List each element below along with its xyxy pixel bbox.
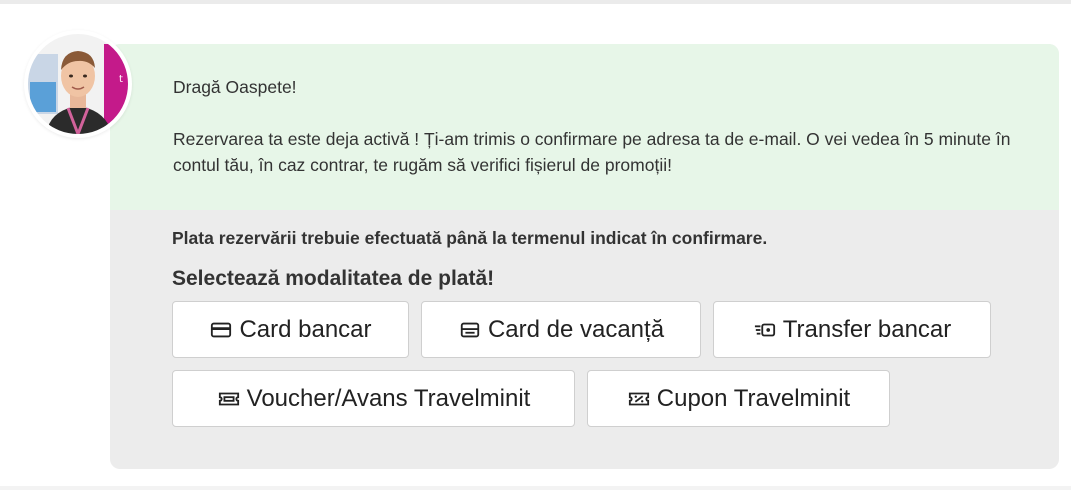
payment-method-title: Selectează modalitatea de plată! — [172, 267, 495, 290]
coupon-percent-icon — [627, 387, 651, 411]
bank-transfer-icon — [753, 318, 777, 342]
card-bancar-label: Card bancar — [239, 315, 372, 343]
greeting-text: Dragă Oaspete! — [173, 77, 297, 97]
transfer-bancar-label: Transfer bancar — [782, 315, 952, 343]
card-de-vacanta-button[interactable]: Card de vacanță — [421, 301, 701, 358]
top-divider — [0, 0, 1071, 4]
bottom-divider — [0, 486, 1071, 490]
agent-avatar: t — [24, 30, 132, 138]
credit-card-icon — [209, 318, 233, 342]
holiday-card-icon — [458, 318, 482, 342]
transfer-bancar-button[interactable]: Transfer bancar — [713, 301, 991, 358]
payment-options-row-2: Voucher/Avans Travelminit Cupon Travelmi… — [172, 370, 1059, 427]
card-de-vacanta-label: Card de vacanță — [487, 315, 665, 343]
payment-options-row-1: Card bancar Card de vacanță Transfer ban… — [172, 301, 1059, 358]
cupon-travelminit-label: Cupon Travelminit — [656, 384, 851, 412]
cupon-travelminit-button[interactable]: Cupon Travelminit — [587, 370, 890, 427]
confirmation-body-text: Rezervarea ta este deja activă ! Ți-am t… — [173, 129, 1011, 175]
voucher-avans-label: Voucher/Avans Travelminit — [246, 384, 531, 412]
voucher-avans-button[interactable]: Voucher/Avans Travelminit — [172, 370, 575, 427]
reservation-confirmation-card: Dragă Oaspete! Rezervarea ta este deja a… — [110, 44, 1059, 469]
svg-text:t: t — [119, 74, 123, 85]
card-bancar-button[interactable]: Card bancar — [172, 301, 409, 358]
payment-deadline-note: Plata rezervării trebuie efectuată până … — [172, 228, 768, 248]
payment-section: Plata rezervării trebuie efectuată până … — [110, 210, 1059, 427]
agent-photo: t — [28, 34, 128, 134]
voucher-ticket-icon — [217, 387, 241, 411]
confirmation-message: Dragă Oaspete! Rezervarea ta este deja a… — [110, 44, 1059, 210]
